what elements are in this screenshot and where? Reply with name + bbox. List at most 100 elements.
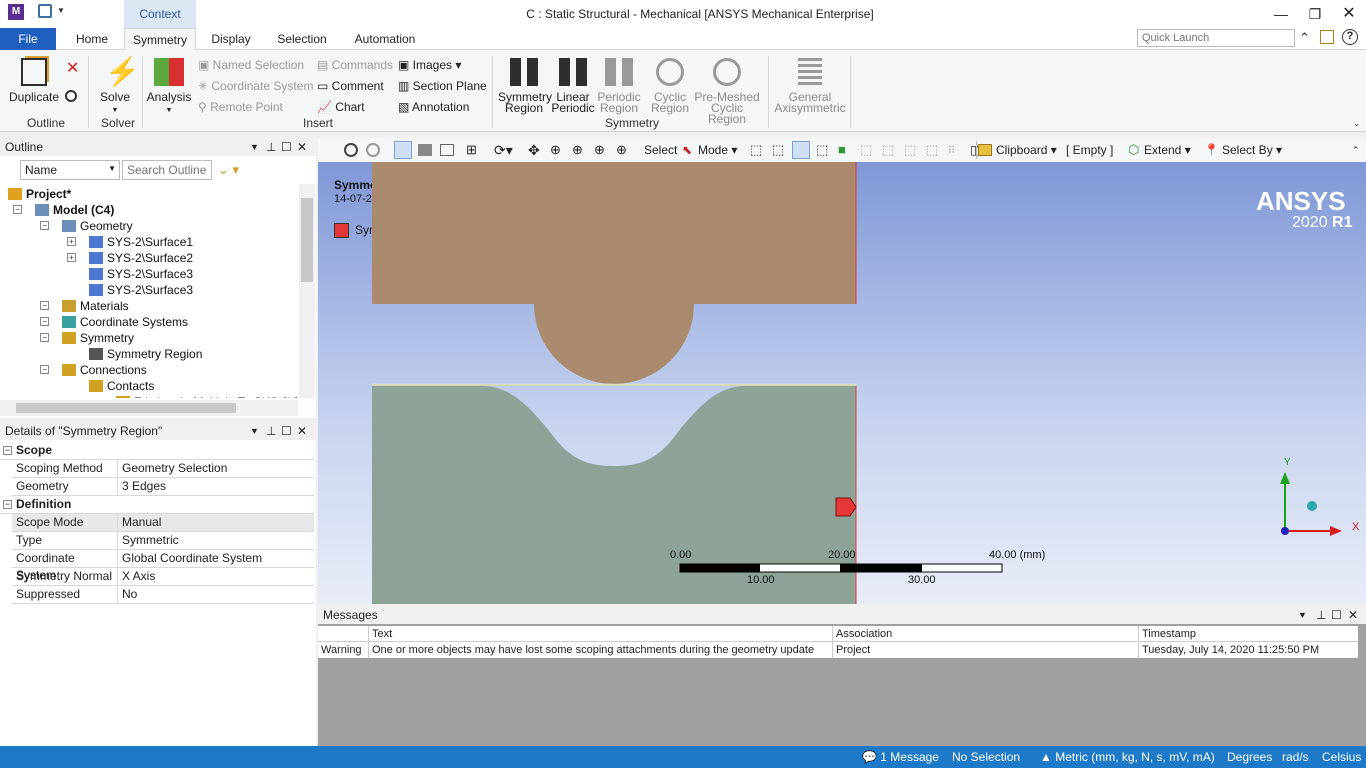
analysis-button[interactable]: Analysis ▼ (146, 56, 192, 116)
tree-node[interactable]: SYS-2\Surface1 (89, 234, 193, 250)
collapse-ribbon-icon[interactable]: ⌃ (1299, 30, 1310, 46)
tree-expander-icon[interactable]: − (40, 301, 49, 310)
select-by-dropdown[interactable]: Select By ▾ (1222, 141, 1282, 159)
tab-display[interactable]: Display (206, 28, 256, 50)
zoom-in-tool-icon[interactable]: ⊕ (572, 141, 583, 159)
details-row[interactable]: Scope Mode Manual (12, 514, 314, 532)
tree-node[interactable]: Coordinate Systems (62, 314, 188, 330)
remote-point-button[interactable]: ⚲ Remote Point (198, 100, 283, 114)
details-row[interactable]: Symmetry Normal X Axis (12, 568, 314, 586)
pre-meshed-cyclic-region-button[interactable]: Pre-Meshed Cyclic Region (692, 56, 762, 125)
quick-launch-input[interactable] (1137, 29, 1295, 47)
messages-close-icon[interactable]: ✕ (1348, 606, 1358, 624)
tab-home[interactable]: Home (68, 28, 116, 50)
tree-node[interactable]: Symmetry Region (89, 346, 203, 362)
zoom-to-fit-icon[interactable]: ⊕ (616, 141, 627, 159)
quick-access-dropdown-icon[interactable]: ▼ (57, 6, 65, 15)
unit-system-status[interactable]: ▲ Metric (mm, kg, N, s, mV, mA) (1040, 746, 1215, 768)
chart-button[interactable]: 📈 Chart (317, 100, 365, 114)
messages-pin-icon[interactable]: ⊥ (1316, 606, 1326, 624)
details-value[interactable]: Global Coordinate System (117, 550, 314, 567)
wireframe-view-icon[interactable] (440, 144, 454, 156)
tree-expander-icon[interactable]: − (40, 317, 49, 326)
find-icon[interactable] (65, 90, 77, 102)
pan-icon[interactable]: ✥ (528, 141, 540, 159)
delete-icon[interactable]: ✕ (66, 58, 79, 78)
select-label[interactable]: Select (644, 141, 677, 159)
tab-symmetry[interactable]: Symmetry (124, 28, 196, 51)
tree-node[interactable]: Model (C4) (35, 202, 114, 218)
tree-expander-icon[interactable]: − (40, 333, 49, 342)
tree-expander-icon[interactable]: − (40, 365, 49, 374)
tree-expander-icon[interactable]: − (13, 205, 22, 214)
shaded-view-icon[interactable] (418, 144, 432, 156)
tree-expander-icon[interactable]: + (67, 237, 76, 246)
maximize-pane-icon[interactable]: ☐ (281, 138, 292, 156)
tree-node[interactable]: Frictional - Multiple To SYS-2\Surf (116, 394, 298, 398)
tree-node[interactable]: SYS-2\Surface2 (89, 250, 193, 266)
extend-dropdown[interactable]: Extend ▾ (1144, 141, 1191, 159)
select-vertex-icon[interactable]: ⬚ (750, 141, 762, 159)
solve-button[interactable]: ⚡ Solve ▼ (96, 56, 140, 116)
tree-node[interactable]: Materials (62, 298, 129, 314)
toolbar-expand-icon[interactable]: ⌃ (1352, 141, 1360, 159)
outline-filter-select[interactable]: Name ▼ (20, 160, 120, 180)
tree-node[interactable]: SYS-2\Surface3 (89, 282, 193, 298)
cyclic-region-button[interactable]: Cyclic Region (648, 56, 692, 114)
filter-options-icon[interactable]: ⌄ ▾ (218, 162, 239, 178)
outline-hscroll-thumb[interactable] (16, 403, 236, 413)
images-button[interactable]: ▣ Images ▾ (398, 58, 461, 72)
details-pin-icon[interactable]: ⊥ (266, 422, 276, 440)
notes-icon[interactable] (1320, 30, 1334, 44)
pin-icon[interactable]: ⊥ (266, 138, 276, 156)
details-value[interactable]: Symmetric (117, 532, 314, 549)
ribbon-expand-icon[interactable]: ⌄ (1353, 118, 1361, 129)
select-body-icon[interactable]: ■ (838, 141, 846, 159)
select-element-face-icon[interactable]: ⬚ (882, 141, 894, 159)
tree-node[interactable]: Connections (62, 362, 147, 378)
details-value[interactable]: X Axis (117, 568, 314, 585)
annotation-button[interactable]: ▧ Annotation (398, 100, 469, 114)
col-association[interactable]: Association (832, 626, 892, 642)
zoom-box-icon[interactable]: ⊕ (550, 141, 561, 159)
details-row[interactable]: Coordinate System Global Coordinate Syste… (12, 550, 314, 582)
clipboard-dropdown[interactable]: Clipboard ▾ (996, 141, 1057, 159)
help-icon[interactable]: ? (1342, 29, 1358, 45)
symmetry-region-button[interactable]: Symmetry Region (498, 56, 552, 114)
minimize-icon[interactable]: — (1266, 4, 1296, 24)
details-value[interactable]: Geometry Selection (117, 460, 314, 477)
duplicate-button[interactable]: Duplicate (6, 56, 62, 103)
select-point-icon[interactable]: ⬚ (772, 141, 784, 159)
select-edge-icon[interactable] (792, 141, 810, 159)
commands-button[interactable]: ▤ Commands (317, 58, 393, 72)
tree-expander-icon[interactable]: − (40, 221, 49, 230)
coordinates-icon[interactable]: ⁝⁝ (948, 141, 955, 159)
section-plane-button[interactable]: ▥ Section Plane (398, 79, 487, 93)
messages-maximize-icon[interactable]: ☐ (1331, 606, 1342, 624)
details-row[interactable]: Scoping Method Geometry Selection (12, 460, 314, 478)
search-outline-input[interactable] (122, 160, 212, 180)
tree-expander-icon[interactable]: + (67, 253, 76, 262)
details-value[interactable]: No (117, 586, 314, 603)
linear-periodic-button[interactable]: Linear Periodic (550, 56, 596, 114)
select-mode-icon[interactable]: ⬉ (682, 141, 692, 159)
angle-unit-status[interactable]: Degrees (1227, 746, 1272, 768)
restore-icon[interactable]: ❐ (1300, 4, 1330, 24)
tree-node[interactable]: Contacts (89, 378, 154, 394)
pane-menu-icon[interactable]: ▼ (250, 138, 259, 156)
details-close-icon[interactable]: ✕ (297, 422, 307, 440)
temperature-unit-status[interactable]: Celsius (1322, 746, 1361, 768)
details-maximize-icon[interactable]: ☐ (281, 422, 292, 440)
details-row[interactable]: Suppressed No (12, 586, 314, 604)
details-value[interactable]: 3 Edges (117, 478, 314, 495)
message-row[interactable]: Warning One or more objects may have los… (318, 642, 1358, 658)
outline-hscrollbar[interactable] (0, 400, 298, 416)
tab-selection[interactable]: Selection (272, 28, 332, 50)
tree-node[interactable]: Symmetry (62, 330, 134, 346)
details-menu-icon[interactable]: ▼ (250, 422, 259, 440)
rotational-unit-status[interactable]: rad/s (1282, 746, 1309, 768)
details-category-scope[interactable]: − Scope (0, 442, 314, 460)
select-node-icon[interactable]: ⬚ (860, 141, 872, 159)
tree-node[interactable]: SYS-2\Surface3 (89, 266, 193, 282)
messages-menu-icon[interactable]: ▼ (1298, 606, 1307, 624)
